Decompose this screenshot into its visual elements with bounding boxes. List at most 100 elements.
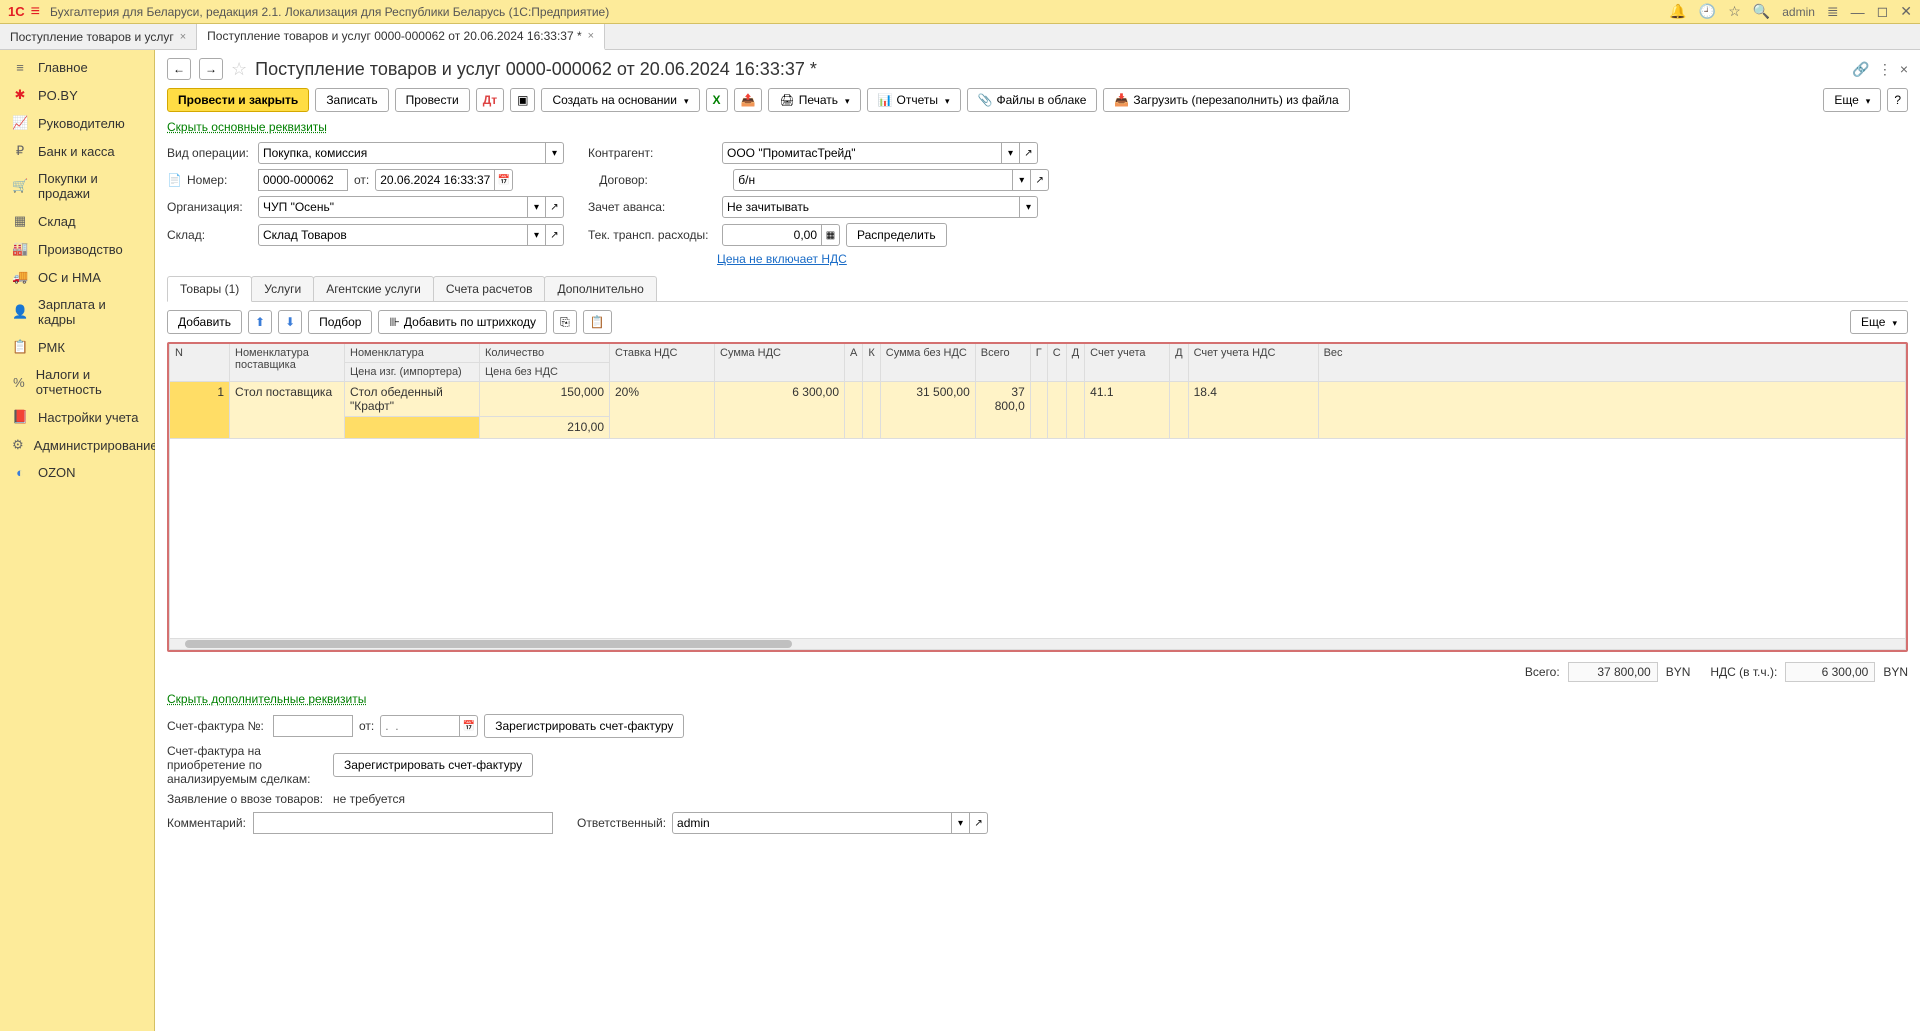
reports-button[interactable]: 📊 Отчеты: [867, 88, 961, 112]
dtct-button[interactable]: Дт: [476, 88, 504, 112]
open-icon[interactable]: ↗: [1031, 169, 1049, 191]
nav-admin[interactable]: ⚙Администрирование: [0, 431, 154, 459]
cell-n[interactable]: 1: [170, 382, 230, 439]
edi-button[interactable]: 📤: [734, 88, 763, 112]
col-d[interactable]: Д: [1066, 344, 1084, 382]
cell-account[interactable]: 41.1: [1085, 382, 1170, 439]
col-k[interactable]: К: [863, 344, 880, 382]
col-mfr-price[interactable]: Цена изг. (импортера): [345, 363, 480, 382]
contract-input[interactable]: [733, 169, 1013, 191]
distribute-button[interactable]: Распределить: [846, 223, 947, 247]
pick-button[interactable]: Подбор: [308, 310, 372, 334]
close-doc-icon[interactable]: ×: [1900, 61, 1908, 78]
cell-d[interactable]: [1066, 382, 1084, 439]
bell-icon[interactable]: 🔔: [1669, 3, 1686, 20]
col-n[interactable]: N: [170, 344, 230, 382]
grid-empty-area[interactable]: [169, 439, 1906, 639]
nav-sales[interactable]: 🛒Покупки и продажи: [0, 165, 154, 207]
create-from-button[interactable]: Создать на основании: [541, 88, 699, 112]
col-price-no-vat[interactable]: Цена без НДС: [480, 363, 610, 382]
tab-close-icon[interactable]: ×: [588, 30, 594, 42]
link-icon[interactable]: 🔗: [1852, 61, 1869, 78]
col-g[interactable]: Г: [1030, 344, 1047, 382]
maximize-icon[interactable]: ◻: [1877, 3, 1889, 20]
help-button[interactable]: ?: [1887, 88, 1908, 112]
dropdown-icon[interactable]: ▾: [528, 224, 546, 246]
save-button[interactable]: Записать: [315, 88, 388, 112]
tab-additional[interactable]: Дополнительно: [544, 276, 656, 301]
cell-k[interactable]: [863, 382, 880, 439]
excel-button[interactable]: X: [706, 88, 728, 112]
col-account[interactable]: Счет учета: [1085, 344, 1170, 382]
cell-qty[interactable]: 150,000: [480, 382, 610, 417]
open-icon[interactable]: ↗: [546, 224, 564, 246]
cell-vat-sum[interactable]: 6 300,00: [715, 382, 845, 439]
cell-vat-account[interactable]: 18.4: [1188, 382, 1318, 439]
paste-button[interactable]: 📋: [583, 310, 612, 334]
move-up-button[interactable]: ⬆: [248, 310, 272, 334]
col-weight[interactable]: Вес: [1318, 344, 1905, 382]
window-tab-0[interactable]: Поступление товаров и услуг ×: [0, 24, 197, 49]
star-icon[interactable]: ☆: [1728, 3, 1741, 20]
cell-g[interactable]: [1030, 382, 1047, 439]
invoice-date-input[interactable]: [380, 715, 460, 737]
col-sum-no-vat[interactable]: Сумма без НДС: [880, 344, 975, 382]
search-icon[interactable]: 🔍: [1753, 3, 1770, 20]
user-label[interactable]: admin: [1782, 5, 1815, 19]
add-by-barcode-button[interactable]: ⊪ Добавить по штрихкоду: [378, 310, 547, 334]
minimize-icon[interactable]: —: [1851, 4, 1865, 20]
nav-hr[interactable]: 👤Зарплата и кадры: [0, 291, 154, 333]
cell-total[interactable]: 37 800,0: [975, 382, 1030, 439]
register-invoice2-button[interactable]: Зарегистрировать счет-фактуру: [333, 753, 533, 777]
forward-button[interactable]: →: [199, 58, 223, 80]
load-from-file-button[interactable]: 📥 Загрузить (перезаполнить) из файла: [1103, 88, 1349, 112]
cell-d2[interactable]: [1170, 382, 1188, 439]
tab-services[interactable]: Услуги: [251, 276, 314, 301]
cell-a[interactable]: [845, 382, 863, 439]
tab-agent[interactable]: Агентские услуги: [313, 276, 434, 301]
nav-main[interactable]: ≡Главное: [0, 54, 154, 81]
cell-vat-rate[interactable]: 20%: [610, 382, 715, 439]
invoice-no-input[interactable]: [273, 715, 353, 737]
nav-settings[interactable]: 📕Настройки учета: [0, 403, 154, 431]
favorite-icon[interactable]: ☆: [231, 59, 247, 80]
calendar-icon[interactable]: 📅: [495, 169, 513, 191]
cell-nom[interactable]: Стол обеденный "Крафт": [345, 382, 480, 417]
settings-icon[interactable]: ≣: [1827, 3, 1839, 20]
horizontal-scrollbar[interactable]: [169, 639, 1906, 650]
cell-price-no-vat[interactable]: 210,00: [480, 417, 610, 439]
nav-manager[interactable]: 📈Руководителю: [0, 109, 154, 137]
copy-button[interactable]: ⎘: [553, 310, 577, 334]
history-icon[interactable]: 🕘: [1699, 3, 1716, 20]
post-and-close-button[interactable]: Провести и закрыть: [167, 88, 309, 112]
date-input[interactable]: [375, 169, 495, 191]
col-d2[interactable]: Д: [1170, 344, 1188, 382]
nav-taxes[interactable]: %Налоги и отчетность: [0, 361, 154, 403]
tab-goods[interactable]: Товары (1): [167, 276, 252, 302]
nav-warehouse[interactable]: ▦Склад: [0, 207, 154, 235]
cell-mfr-price[interactable]: [345, 417, 480, 439]
dropdown-icon[interactable]: ▾: [1002, 142, 1020, 164]
structure-button[interactable]: ▣: [510, 88, 535, 112]
dropdown-icon[interactable]: ▾: [546, 142, 564, 164]
col-nom[interactable]: Номенклатура: [345, 344, 480, 363]
nav-bank[interactable]: ₽Банк и касса: [0, 137, 154, 165]
number-input[interactable]: [258, 169, 348, 191]
cell-weight[interactable]: [1318, 382, 1905, 439]
counterparty-input[interactable]: [722, 142, 1002, 164]
col-qty[interactable]: Количество: [480, 344, 610, 363]
dropdown-icon[interactable]: ▾: [528, 196, 546, 218]
nav-rmk[interactable]: 📋РМК: [0, 333, 154, 361]
advance-input[interactable]: [722, 196, 1020, 218]
tab-accounts[interactable]: Счета расчетов: [433, 276, 546, 301]
col-a[interactable]: А: [845, 344, 863, 382]
table-more-button[interactable]: Еще: [1850, 310, 1908, 334]
cell-c[interactable]: [1047, 382, 1066, 439]
dropdown-icon[interactable]: ▾: [1013, 169, 1031, 191]
calendar-icon[interactable]: 📅: [460, 715, 478, 737]
more-button[interactable]: Еще: [1823, 88, 1881, 112]
close-icon[interactable]: ✕: [1900, 3, 1912, 20]
comment-input[interactable]: [253, 812, 553, 834]
open-icon[interactable]: ↗: [546, 196, 564, 218]
window-tab-1[interactable]: Поступление товаров и услуг 0000-000062 …: [197, 24, 605, 50]
